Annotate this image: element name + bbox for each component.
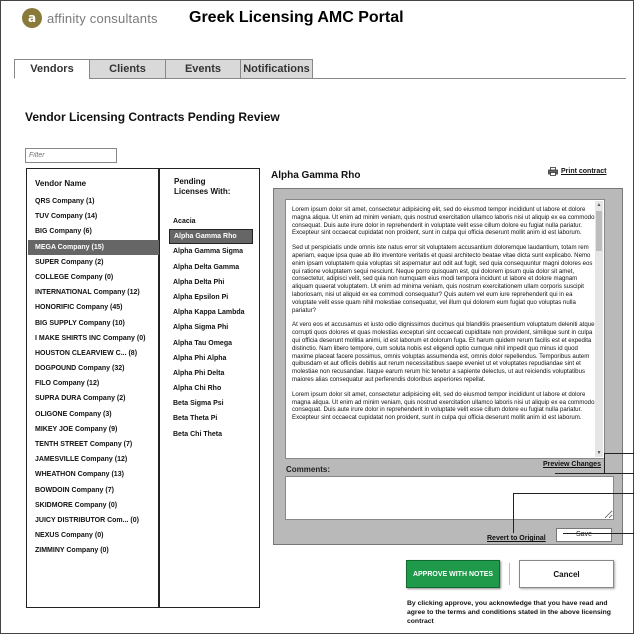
contract-paragraph: At vero eos et accusamus et iusto odio d… (292, 321, 595, 383)
vendor-list-item[interactable]: OLIGONE Company (3) (28, 407, 159, 422)
annotation-line (555, 473, 634, 474)
pending-license-item[interactable]: Alpha Gamma Sigma (169, 244, 253, 259)
pending-license-item[interactable]: Alpha Sigma Phi (169, 320, 253, 335)
logo-text: affinity consultants (47, 10, 158, 26)
scroll-down-icon[interactable]: ▼ (595, 449, 603, 457)
vendor-column-header: Vendor Name (35, 179, 87, 188)
pending-license-item[interactable]: Acacia (169, 214, 253, 229)
logo-mark-icon: a (22, 8, 42, 28)
vendor-list-item[interactable]: WHEATHON Company (13) (28, 467, 159, 482)
comments-field[interactable] (285, 476, 614, 520)
approve-with-notes-button[interactable]: APPROVE WITH NOTES (406, 560, 500, 588)
vendor-list-item[interactable]: JUICY DISTRIBUTOR Com... (0) (28, 513, 159, 528)
vendor-list-item[interactable]: I MAKE SHIRTS INC Company (0) (28, 331, 159, 346)
vendor-list-item[interactable]: MIKEY JOE Company (9) (28, 422, 159, 437)
vendor-list: QRS Company (1) TUV Company (14) BIG Compa… (28, 194, 159, 559)
vendor-list-item[interactable]: DOGPOUND Company (32) (28, 361, 159, 376)
pending-licenses-panel: Pending Licenses With: Acacia Alpha Gamma… (160, 168, 260, 608)
annotation-line (563, 533, 634, 534)
pending-license-item[interactable]: Alpha Kappa Lambda (169, 305, 253, 320)
pending-license-item[interactable]: Beta Chi Theta (169, 427, 253, 442)
vendor-list-item[interactable]: QRS Company (1) (28, 194, 159, 209)
revert-to-original-link[interactable]: Revert to Original (487, 535, 546, 542)
annotation-line (604, 453, 634, 454)
contract-paragraph: Lorem ipsum dolor sit amet, consectetur … (292, 206, 595, 237)
vendor-list-item[interactable]: MEGA Company (15) (28, 239, 159, 255)
vendor-list-item[interactable]: TUV Company (14) (28, 209, 159, 224)
section-title: Vendor Licensing Contracts Pending Revie… (25, 110, 280, 124)
vendor-list-item[interactable]: HONORIFIC Company (45) (28, 300, 159, 315)
pending-header-line2: Licenses With: (174, 187, 231, 196)
contract-scrollbar[interactable]: ▲ ▼ (595, 201, 603, 457)
vendor-list-item[interactable]: JAMESVILLE Company (12) (28, 452, 159, 467)
vendor-list-item[interactable]: BIG Company (6) (28, 224, 159, 239)
scroll-up-icon[interactable]: ▲ (595, 201, 603, 209)
vendor-list-item[interactable]: TENTH STREET Company (7) (28, 437, 159, 452)
contract-text-area[interactable]: Lorem ipsum dolor sit amet, consectetur … (285, 199, 605, 459)
vendor-list-item[interactable]: INTERNATIONAL Company (12) (28, 285, 159, 300)
print-contract-link[interactable]: Print contract (548, 167, 607, 176)
pending-license-item[interactable]: Beta Sigma Psi (169, 396, 253, 411)
tab-events[interactable]: Events (165, 59, 241, 79)
pending-license-item[interactable]: Alpha Phi Delta (169, 366, 253, 381)
pending-license-item[interactable]: Alpha Phi Alpha (169, 351, 253, 366)
cancel-button[interactable]: Cancel (519, 560, 614, 588)
print-contract-label: Print contract (561, 168, 607, 175)
tab-notifications[interactable]: Notifications (240, 59, 313, 79)
vendor-list-panel: Vendor Name QRS Company (1) TUV Company (… (26, 168, 160, 608)
vendor-list-item[interactable]: FILO Company (12) (28, 376, 159, 391)
contract-title: Alpha Gamma Rho (271, 170, 361, 181)
scrollbar-thumb[interactable] (596, 211, 602, 251)
contract-paragraph: Lorem ipsum dolor sit amet, consectetur … (292, 390, 595, 422)
pending-column-header: Pending Licenses With: (174, 177, 230, 197)
pending-license-item[interactable]: Alpha Delta Phi (169, 275, 253, 290)
contract-panel: Lorem ipsum dolor sit amet, consectetur … (273, 188, 623, 545)
vendor-list-item[interactable]: HOUSTON CLEARVIEW C... (8) (28, 346, 159, 361)
save-button[interactable]: Save (556, 528, 612, 542)
pending-header-line1: Pending (174, 177, 206, 186)
annotation-line (513, 493, 514, 533)
pending-license-item[interactable]: Alpha Delta Gamma (169, 260, 253, 275)
page-title: Greek Licensing AMC Portal (189, 9, 404, 26)
filter-input[interactable] (25, 148, 117, 163)
pending-license-item[interactable]: Alpha Chi Rho (169, 381, 253, 396)
contract-paragraph: Sed ut perspiciatis unde omnis iste natu… (292, 244, 593, 314)
comments-label: Comments: (286, 465, 331, 474)
main-tabs: Vendors Clients Events Notifications (14, 59, 313, 79)
pending-list: Acacia Alpha Gamma Rho Alpha Gamma Sigma Al… (169, 214, 253, 442)
vendor-list-item[interactable]: BOWDOIN Company (7) (28, 483, 159, 498)
tab-vendors[interactable]: Vendors (14, 59, 90, 79)
annotation-line (513, 493, 634, 494)
company-logo: a affinity consultants (22, 8, 158, 28)
button-divider (509, 563, 510, 585)
pending-license-item[interactable]: Alpha Epsilon Pi (169, 290, 253, 305)
pending-license-item[interactable]: Beta Theta Pi (169, 411, 253, 426)
vendor-list-item[interactable]: SKIDMORE Company (0) (28, 498, 159, 513)
vendor-list-item[interactable]: NEXUS Company (0) (28, 528, 159, 543)
tab-clients[interactable]: Clients (89, 59, 166, 79)
pending-license-item[interactable]: Alpha Tau Omega (169, 336, 253, 351)
printer-icon (548, 167, 558, 176)
vendor-list-item[interactable]: ZIMMINY Company (0) (28, 543, 159, 558)
annotation-line (604, 453, 605, 473)
vendor-list-item[interactable]: SUPER Company (2) (28, 255, 159, 270)
vendor-list-item[interactable]: SUPRA DURA Company (2) (28, 391, 159, 406)
preview-changes-link[interactable]: Preview Changes (543, 461, 601, 468)
pending-license-item[interactable]: Alpha Gamma Rho (169, 229, 253, 245)
vendor-list-item[interactable]: COLLEGE Company (0) (28, 270, 159, 285)
approval-disclaimer: By clicking approve, you acknowledge tha… (407, 600, 611, 625)
vendor-list-item[interactable]: BIG SUPPLY Company (10) (28, 316, 159, 331)
